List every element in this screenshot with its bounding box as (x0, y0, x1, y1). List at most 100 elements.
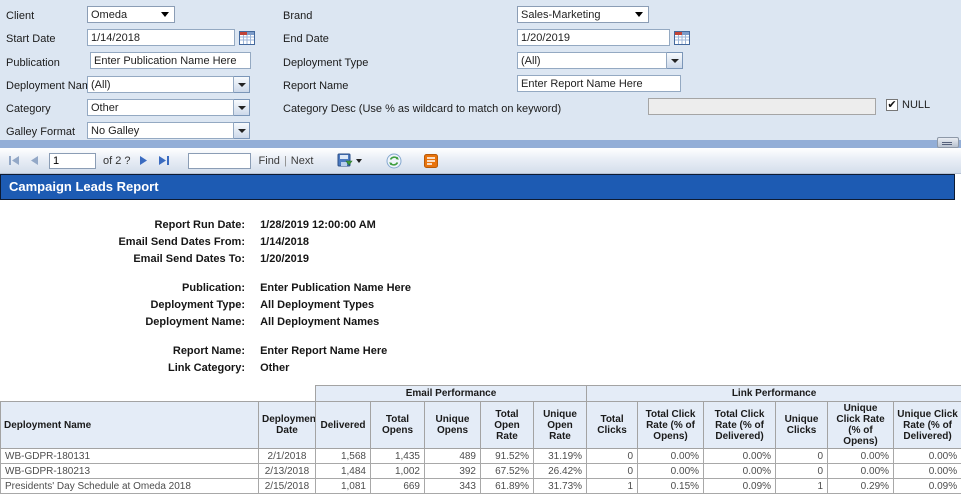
column-header: Total Clicks (587, 402, 638, 449)
chevron-down-icon (635, 12, 643, 17)
last-page-button[interactable] (158, 155, 170, 166)
table-cell: 1 (587, 479, 638, 494)
data-feed-button[interactable] (424, 154, 438, 168)
refresh-icon (386, 153, 402, 169)
table-cell: 0.00% (828, 464, 894, 479)
link-category-info-value: Other (260, 362, 289, 374)
publication-info-label: Publication: (0, 282, 245, 294)
report-title-bar: Campaign Leads Report (0, 174, 955, 200)
table-cell: 61.89% (481, 479, 534, 494)
null-checkbox[interactable]: ✔ (886, 99, 898, 111)
chevron-down-icon[interactable] (667, 52, 683, 69)
next-link[interactable]: Next (291, 155, 314, 167)
table-cell: 26.42% (534, 464, 587, 479)
galley-format-combo[interactable]: No Galley (87, 122, 250, 139)
report-name-input[interactable] (517, 75, 681, 92)
table-row: Presidents' Day Schedule at Omeda 20182/… (1, 479, 961, 494)
table-cell: 0.00% (704, 449, 776, 464)
table-cell: 1,568 (316, 449, 371, 464)
end-date-label: End Date (283, 33, 329, 45)
publication-input[interactable] (90, 52, 251, 69)
info-row-deployment-type: Deployment Type: All Deployment Types (0, 299, 700, 311)
deployment-type-info-label: Deployment Type: (0, 299, 245, 311)
client-select-value: Omeda (91, 9, 127, 21)
table-cell: 31.73% (534, 479, 587, 494)
report-title: Campaign Leads Report (9, 179, 159, 194)
column-header: Unique Click Rate (% of Opens) (828, 402, 894, 449)
table-cell: 669 (371, 479, 425, 494)
chevron-down-icon[interactable] (234, 76, 250, 93)
export-button[interactable] (337, 153, 362, 168)
deployment-name-info-value: All Deployment Names (260, 316, 379, 328)
column-group-header: Email Performance (316, 386, 587, 402)
chevron-down-icon[interactable] (234, 122, 250, 139)
client-label: Client (6, 10, 34, 22)
info-row-send-from: Email Send Dates From: 1/14/2018 (0, 236, 700, 248)
chevron-down-icon[interactable] (234, 99, 250, 116)
table-cell: 0.09% (894, 479, 961, 494)
brand-select[interactable]: Sales-Marketing (517, 6, 649, 23)
null-checkbox-group: ✔ NULL (886, 99, 930, 111)
table-cell: 1,081 (316, 479, 371, 494)
info-row-deployment-name: Deployment Name: All Deployment Names (0, 316, 700, 328)
column-header: Unique Click Rate (% of Delivered) (894, 402, 961, 449)
column-header: Total Click Rate (% of Opens) (638, 402, 704, 449)
table-cell: 1,002 (371, 464, 425, 479)
deployment-type-combo[interactable]: (All) (517, 52, 683, 69)
parameter-collapse-button[interactable] (937, 137, 959, 148)
find-text-input[interactable] (188, 153, 251, 169)
table-row: WB-GDPR-1801312/1/20181,5681,43548991.52… (1, 449, 961, 464)
link-category-info-label: Link Category: (0, 362, 245, 374)
next-page-icon (139, 155, 148, 166)
next-page-button[interactable] (139, 155, 148, 166)
table-cell: 0 (587, 464, 638, 479)
brand-select-value: Sales-Marketing (521, 9, 600, 21)
report-table: Email PerformanceLink PerformanceDeploym… (0, 385, 961, 494)
table-cell: 2/1/2018 (259, 449, 316, 464)
send-from-label: Email Send Dates From: (0, 236, 245, 248)
column-header: Total Open Rate (481, 402, 534, 449)
deployment-type-label: Deployment Type (283, 57, 368, 69)
start-date-input[interactable] (87, 29, 235, 46)
group-spacer (1, 386, 316, 402)
table-cell: 0 (587, 449, 638, 464)
first-page-button[interactable] (8, 155, 20, 166)
column-header: Unique Clicks (776, 402, 828, 449)
page-number-input[interactable] (49, 153, 96, 169)
table-cell: 1,435 (371, 449, 425, 464)
first-page-icon (8, 155, 20, 166)
table-cell: 0.00% (894, 449, 961, 464)
report-toolbar: of 2 ? Find | Next (0, 148, 961, 174)
send-to-label: Email Send Dates To: (0, 253, 245, 265)
table-cell: 2/13/2018 (259, 464, 316, 479)
column-header: Unique Opens (425, 402, 481, 449)
category-combo[interactable]: Other (87, 99, 250, 116)
table-cell: WB-GDPR-180131 (1, 449, 259, 464)
table-cell: 0.09% (704, 479, 776, 494)
send-from-value: 1/14/2018 (260, 236, 309, 248)
table-cell: 489 (425, 449, 481, 464)
parameter-panel: Client Start Date Publication Deployment… (0, 0, 961, 140)
table-group-row: Email PerformanceLink Performance (1, 386, 961, 402)
table-cell: 0.29% (828, 479, 894, 494)
deployment-name-info-label: Deployment Name: (0, 316, 245, 328)
end-date-calendar-button[interactable] (674, 29, 690, 45)
start-date-calendar-button[interactable] (239, 29, 255, 45)
table-cell: 0.15% (638, 479, 704, 494)
table-cell: 1 (776, 479, 828, 494)
category-desc-input[interactable] (648, 98, 876, 115)
table-row: WB-GDPR-1802132/13/20181,4841,00239267.5… (1, 464, 961, 479)
start-date-label: Start Date (6, 33, 56, 45)
category-combo-value: Other (87, 99, 234, 116)
calendar-icon (239, 30, 255, 45)
refresh-button[interactable] (386, 153, 402, 169)
find-link[interactable]: Find (259, 155, 280, 167)
client-select[interactable]: Omeda (87, 6, 175, 23)
previous-page-button[interactable] (30, 155, 39, 166)
end-date-input[interactable] (517, 29, 670, 46)
deployment-name-combo[interactable]: (All) (87, 76, 250, 93)
table-cell: 67.52% (481, 464, 534, 479)
send-to-value: 1/20/2019 (260, 253, 309, 265)
export-dropdown-caret-icon (356, 159, 362, 163)
page-count-label: of 2 ? (103, 155, 131, 167)
